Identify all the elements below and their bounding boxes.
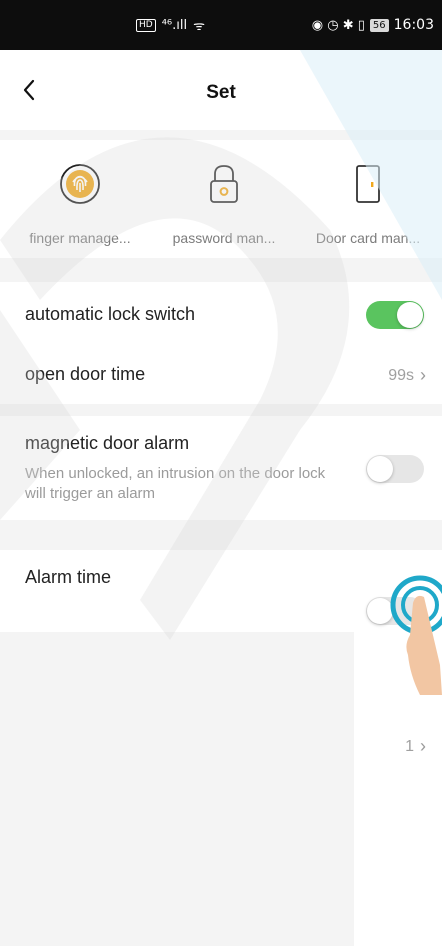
- clock: 16:03: [393, 17, 434, 33]
- hd-badge: HD: [136, 18, 156, 32]
- magnetic-alarm-label: magnetic door alarm: [25, 433, 190, 453]
- divider: [0, 404, 442, 416]
- password-management-button[interactable]: password man...: [154, 160, 294, 246]
- page-title: Set: [206, 82, 236, 103]
- door-card-icon: [298, 160, 438, 208]
- divider: [0, 258, 442, 282]
- door-card-management-button[interactable]: Door card man...: [298, 160, 438, 246]
- alarm-time-label: Alarm time: [25, 567, 112, 587]
- status-left: HD ⁴⁶.ıll ᯤ: [136, 0, 205, 50]
- alarm-time-value[interactable]: 1 ›: [405, 736, 426, 757]
- finger-management-button[interactable]: finger manage...: [10, 160, 150, 246]
- open-door-time-value[interactable]: 99s ›: [388, 365, 426, 386]
- magnetic-alarm-row: magnetic door alarm When unlocked, an in…: [0, 416, 442, 520]
- auto-lock-row: automatic lock switch: [0, 282, 442, 348]
- header: Set: [0, 50, 442, 130]
- auto-lock-toggle[interactable]: [366, 301, 424, 329]
- lock-icon: [154, 160, 294, 208]
- divider: [0, 130, 442, 140]
- chevron-right-icon: ›: [420, 736, 426, 756]
- tap-gesture-icon: [390, 575, 442, 695]
- alarm-time-text: 1: [405, 737, 414, 755]
- status-right: ◉ ◷ ✱ ▯ 56 16:03: [312, 0, 434, 50]
- door-card-label: Door card man...: [315, 230, 421, 246]
- open-door-time-label: open door time: [25, 364, 146, 384]
- magnetic-alarm-description: When unlocked, an intrusion on the door …: [25, 465, 326, 502]
- signal-icon: ⁴⁶.ıll: [161, 17, 188, 33]
- divider: [0, 520, 442, 550]
- battery-icon: 56: [369, 18, 389, 32]
- open-door-time-text: 99s: [388, 366, 414, 384]
- password-label: password man...: [172, 230, 276, 246]
- chevron-right-icon: ›: [420, 365, 426, 385]
- empty-area: [0, 632, 354, 946]
- auto-lock-label: automatic lock switch: [25, 304, 196, 324]
- wifi-icon: ᯤ: [193, 19, 205, 34]
- magnetic-alarm-toggle[interactable]: [366, 455, 424, 483]
- lock-tools: finger manage... password man... Door ca…: [0, 140, 442, 258]
- open-door-time-row[interactable]: open door time 99s ›: [0, 348, 442, 404]
- status-bar: HD ⁴⁶.ıll ᯤ ◉ ◷ ✱ ▯ 56 16:03: [0, 0, 442, 50]
- system-icons: ◉ ◷ ✱ ▯: [311, 17, 365, 33]
- fingerprint-icon: [10, 160, 150, 208]
- finger-label: finger manage...: [29, 230, 131, 246]
